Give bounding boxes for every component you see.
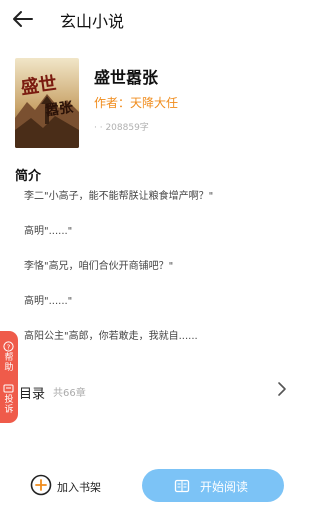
start-reading-button[interactable]: 开始阅读: [142, 469, 284, 502]
help-complain-tab[interactable]: ? 帮助 投诉: [0, 331, 18, 423]
book-title: 盛世嚣张: [94, 68, 159, 87]
book-cover: 盛世 嚣张: [15, 58, 79, 148]
toc-label[interactable]: 目录: [19, 383, 45, 402]
intro-line: 高明"......": [24, 296, 73, 307]
intro-line: 高明"......": [24, 226, 73, 237]
intro-line: 李恪"高兄，咱们合伙开商铺吧？": [24, 261, 174, 272]
chevron-right-icon[interactable]: [276, 381, 288, 397]
page-title: 玄山小说: [60, 12, 125, 31]
book-open-icon: [174, 479, 190, 493]
start-reading-label: 开始阅读: [200, 480, 249, 494]
intro-line: 高阳公主"高郎，你若敢走，我就自......: [24, 331, 198, 342]
add-circle-icon: [30, 474, 52, 496]
complain-label[interactable]: 投诉: [2, 395, 16, 415]
word-count: · · 208859字: [94, 123, 149, 133]
top-bar: 玄山小说: [0, 0, 304, 38]
svg-text:?: ?: [7, 343, 11, 351]
intro-text: 李二"小高子，能不能帮朕让粮食增产啊？" 高明"......" 李恪"高兄，咱们…: [24, 190, 286, 365]
message-icon: [3, 384, 14, 393]
book-author[interactable]: 作者：天降大任: [94, 94, 178, 111]
back-arrow-icon[interactable]: [12, 9, 34, 29]
intro-heading: 简介: [15, 169, 42, 184]
add-to-shelf-button[interactable]: 加入书架: [30, 474, 130, 500]
chapter-count: 共66章: [53, 388, 86, 399]
book-cover-image: 盛世 嚣张: [15, 58, 79, 148]
intro-line: 李二"小高子，能不能帮朕让粮食增产啊？": [24, 191, 214, 202]
help-label[interactable]: 帮助: [2, 353, 16, 373]
question-icon: ?: [3, 341, 14, 352]
add-to-shelf-label: 加入书架: [57, 481, 101, 494]
